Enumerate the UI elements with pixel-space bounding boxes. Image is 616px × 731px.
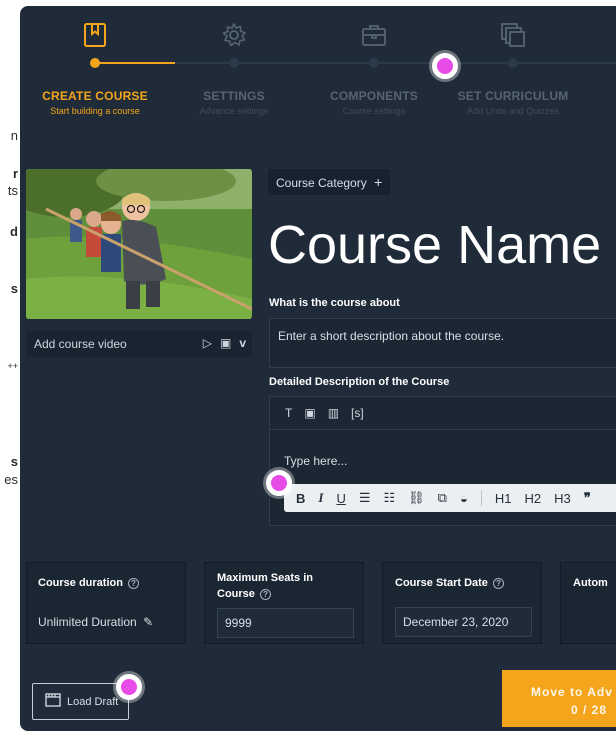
h3-button[interactable]: H3	[554, 491, 571, 506]
play-icon[interactable]: ▷	[203, 336, 212, 350]
toolbar-divider	[480, 490, 482, 506]
link-icon[interactable]: ⛓	[408, 490, 425, 506]
highlight-marker	[432, 53, 458, 79]
max-seats-card: Maximum Seats in Course? 9999	[204, 562, 364, 644]
start-date-label: Course Start Date	[395, 577, 488, 589]
background-page-edge: n r ts d s ++ s es	[0, 0, 20, 731]
load-draft-button[interactable]: Load Draft	[32, 683, 129, 720]
step-subtitle: Course settings	[342, 106, 406, 116]
shortcode-tool-icon[interactable]: [s]	[351, 406, 364, 420]
duration-text: Unlimited Duration	[38, 615, 137, 629]
highlight-marker	[266, 470, 292, 496]
edge-fragment: d	[10, 224, 18, 239]
text-tool-icon[interactable]: T	[285, 406, 292, 420]
vimeo-icon[interactable]: v	[239, 336, 246, 350]
step-dot-components	[369, 58, 379, 68]
start-date-input[interactable]: December 23, 2020	[395, 607, 532, 637]
add-course-video[interactable]: Add course video ▷ ▣ v	[26, 331, 252, 357]
editor-placeholder[interactable]: Type here...	[284, 454, 347, 468]
edge-fragment: es	[4, 472, 18, 487]
help-icon[interactable]: ?	[259, 588, 271, 600]
max-seats-input[interactable]: 9999	[217, 608, 354, 638]
detailed-description-label: Detailed Description of the Course	[269, 376, 450, 388]
about-label: What is the course about	[269, 297, 400, 309]
numbered-list-icon[interactable]: ☷	[384, 490, 396, 506]
quote-icon[interactable]: ❞	[584, 490, 591, 506]
course-name-input[interactable]: Course Name	[268, 214, 601, 276]
auto-card: Autom	[560, 562, 616, 644]
video-label: Add course video	[34, 337, 127, 351]
edge-fragment: n	[10, 128, 18, 143]
step-subtitle: Add Units and Quizzes	[467, 106, 559, 116]
course-builder-panel: CREATE COURSE Start building a course SE…	[20, 6, 616, 731]
help-icon[interactable]: ?	[127, 577, 139, 589]
draft-icon	[45, 693, 61, 710]
help-icon[interactable]: ?	[492, 577, 504, 589]
step-subtitle: Start building a course	[50, 106, 140, 116]
course-category-button[interactable]: Course Category +	[268, 169, 391, 195]
edge-fragment: r	[12, 166, 18, 181]
format-toolbar: B I U ☰ ☷ ⛓ ⧉ ◒ H1 H2 H3 ❞	[284, 484, 616, 512]
edge-fragment: ++	[7, 361, 18, 371]
embed-icon[interactable]: ⧉	[438, 490, 447, 506]
h1-button[interactable]: H1	[495, 491, 512, 506]
progress-track	[175, 62, 616, 64]
step-dot-create	[90, 58, 100, 68]
step-title: SETTINGS	[203, 89, 265, 103]
step-title: SET CURRICULUM	[457, 89, 569, 103]
briefcase-icon	[361, 22, 387, 48]
edge-fragment: ts	[7, 183, 18, 198]
color-drop-icon[interactable]: ◒	[460, 491, 468, 506]
bold-button[interactable]: B	[296, 491, 305, 506]
category-label: Course Category	[276, 176, 367, 190]
gear-icon	[221, 22, 247, 48]
auto-label: Autom	[573, 577, 608, 589]
step-dot-curriculum	[508, 58, 518, 68]
step-subtitle: Advance settings	[199, 106, 269, 116]
step-title: CREATE COURSE	[42, 89, 148, 103]
bullet-list-icon[interactable]: ☰	[359, 490, 371, 506]
course-thumbnail[interactable]	[26, 169, 252, 319]
course-duration-card: Course duration? Unlimited Duration ✎	[26, 562, 186, 644]
step-title: COMPONENTS	[329, 89, 418, 103]
h2-button[interactable]: H2	[524, 491, 541, 506]
move-to-advance-button[interactable]: Move to Adv 0 / 28	[502, 670, 616, 727]
step-dot-settings	[229, 58, 239, 68]
edge-fragment: s	[10, 281, 18, 296]
edge-fragment: s	[10, 454, 18, 469]
columns-tool-icon[interactable]: ▥	[328, 406, 339, 420]
plus-icon: +	[374, 174, 383, 190]
italic-button[interactable]: I	[318, 490, 323, 506]
underline-button[interactable]: U	[336, 491, 345, 506]
highlight-marker	[116, 674, 142, 700]
course-start-date-card: Course Start Date? December 23, 2020	[382, 562, 542, 644]
about-input[interactable]: Enter a short description about the cour…	[269, 318, 616, 368]
load-draft-label: Load Draft	[67, 695, 119, 708]
progress-track-active	[95, 62, 175, 64]
editor-toolbar: T ▣ ▥ [s]	[269, 396, 616, 430]
youtube-icon[interactable]: ▣	[220, 336, 231, 350]
duration-value[interactable]: Unlimited Duration ✎	[38, 615, 153, 629]
advance-progress: 0 / 28	[571, 703, 608, 717]
pencil-icon[interactable]: ✎	[143, 615, 153, 629]
advance-label: Move to Adv	[531, 685, 613, 699]
layers-icon	[500, 22, 526, 48]
image-tool-icon[interactable]: ▣	[304, 406, 315, 420]
duration-label: Course duration	[38, 577, 123, 589]
bookmark-icon	[82, 22, 108, 48]
